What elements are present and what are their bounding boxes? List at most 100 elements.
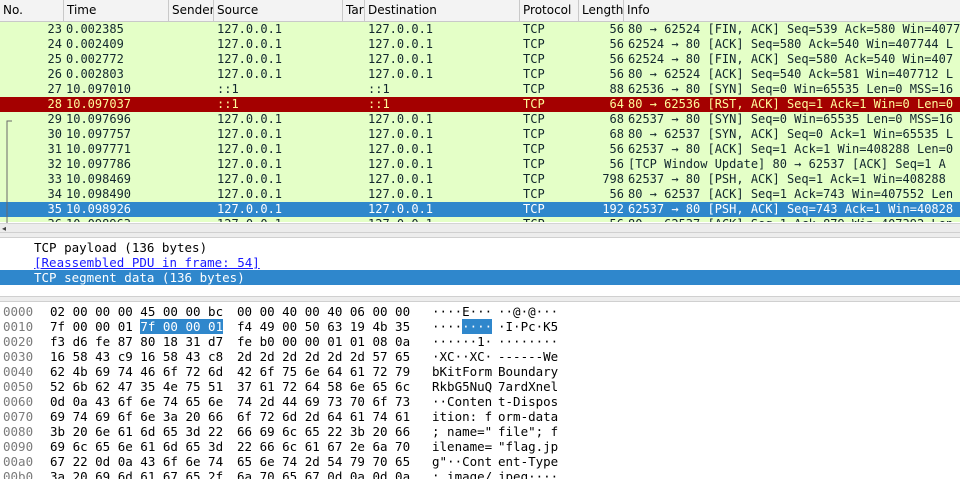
detail-line[interactable]: [Reassembled PDU in frame: 54] (0, 255, 960, 270)
hex-bytes[interactable]: 74 2d 44 69 73 70 6f 73 (237, 394, 410, 409)
ascii-bytes[interactable]: RkbG5NuQ (432, 379, 492, 394)
packet-row[interactable]: 28 10.097037::1::1 TCP 64 80 → 62536 [RST, A… (0, 97, 960, 112)
packet-row[interactable]: 31 10.097771 127.0.0.1 127.0.0.1 TCP 56 62537 … (0, 142, 960, 157)
packet-row[interactable]: 26 0.002803 127.0.0.1 127.0.0.1 TCP 56 80 → 62… (0, 67, 960, 82)
ascii-bytes[interactable]: ····E··· (432, 304, 492, 319)
ascii-bytes[interactable]: ilename= (432, 439, 492, 454)
hex-bytes[interactable]: 69 74 69 6f 6e 3a 20 66 (50, 409, 223, 424)
column-no[interactable]: No. (0, 0, 64, 21)
ascii-bytes[interactable]: ent-Type (498, 454, 558, 469)
column-info[interactable]: Info (624, 0, 960, 21)
packet-protocol: TCP (523, 112, 545, 126)
hex-bytes[interactable]: 2d 2d 2d 2d 2d 2d 57 65 (237, 349, 410, 364)
column-tar[interactable]: Tar (343, 0, 365, 21)
detail-text: TCP payload (136 bytes) (34, 240, 208, 255)
packet-list[interactable]: No. Time Sender Source Tar Destination P… (0, 0, 960, 232)
hex-bytes[interactable]: 00 00 40 00 40 06 00 00 (237, 304, 410, 319)
packet-row[interactable]: 23 0.002385 127.0.0.1 127.0.0.1 TCP 56 80 → 62… (0, 22, 960, 37)
ascii-bytes[interactable]: file"; f (498, 424, 558, 439)
ascii-bytes[interactable]: ·I·Pc·K5 (498, 319, 558, 334)
hex-bytes[interactable]: 52 6b 62 47 35 4e 75 51 (50, 379, 223, 394)
hex-bytes[interactable]: 66 69 6c 65 22 3b 20 66 (237, 424, 410, 439)
hex-bytes[interactable]: 3a 20 69 6d 61 67 65 2f (50, 469, 223, 479)
packet-destination: 127.0.0.1 (368, 127, 434, 141)
packet-row[interactable]: 32 10.097786 127.0.0.1 127.0.0.1 TCP 56 [TCP W… (0, 157, 960, 172)
packet-row[interactable]: 29 10.097696 127.0.0.1 127.0.0.1 TCP 68 62537 … (0, 112, 960, 127)
bytes-row: 00b0 3a 20 69 6d 61 67 65 2f 6a 70 65 67 0… (0, 469, 960, 479)
ascii-bytes[interactable]: jpeg···· (498, 469, 558, 479)
hex-bytes[interactable]: 69 6c 65 6e 61 6d 65 3d (50, 439, 223, 454)
packet-protocol: TCP (523, 22, 545, 36)
ascii-bytes[interactable]: t-Dispos (498, 394, 558, 409)
column-source[interactable]: Source (214, 0, 343, 21)
packet-row[interactable]: 3610.098963127.0.0.1127.0.0.1TCP5680 → 6… (0, 217, 960, 222)
hex-bytes[interactable]: 37 61 72 64 58 6e 65 6c (237, 379, 410, 394)
packet-row[interactable]: 33 10.098469 127.0.0.1 127.0.0.1 TCP 798 62537… (0, 172, 960, 187)
packet-row[interactable]: 34 10.098490 127.0.0.1 127.0.0.1 TCP 56 80 → 6… (0, 187, 960, 202)
ascii-bytes[interactable]: ; name=" (432, 424, 492, 439)
ascii-bytes[interactable]: ······1· (432, 334, 492, 349)
byte-offset: 00b0 (3, 469, 34, 479)
bytes-row: 0010 7f 00 00 01 7f 00 00 01 f4 49 00 50 6… (0, 319, 960, 334)
column-destination[interactable]: Destination (365, 0, 520, 21)
ascii-bytes[interactable]: orm-data (498, 409, 558, 424)
hex-bytes[interactable]: 65 6e 74 2d 54 79 70 65 (237, 454, 410, 469)
byte-offset: 0030 (3, 349, 34, 364)
packet-info: 62536 → 80 [SYN] Seq=0 Win=65535 Len=0 M… (628, 82, 954, 96)
packet-protocol: TCP (523, 52, 545, 66)
detail-line[interactable]: TCP payload (136 bytes) (0, 240, 960, 255)
ascii-bytes[interactable]: ·XC··XC· (432, 349, 492, 364)
hex-bytes[interactable]: 16 58 43 c9 16 58 43 c8 (50, 349, 223, 364)
packet-bytes[interactable]: 0000 02 00 00 00 45 00 00 bc 00 00 40 00 4… (0, 302, 960, 479)
hex-bytes[interactable]: 42 6f 75 6e 64 61 72 79 (237, 364, 410, 379)
packet-row[interactable]: 24 0.002409 127.0.0.1 127.0.0.1 TCP 56 62524 →… (0, 37, 960, 52)
packet-time: 10.098963 (66, 217, 170, 222)
hex-bytes[interactable]: 3b 20 6e 61 6d 65 3d 22 (50, 424, 223, 439)
hex-bytes[interactable]: 0d 0a 43 6f 6e 74 65 6e (50, 394, 223, 409)
ascii-bytes[interactable]: ········ (432, 319, 493, 334)
ascii-bytes[interactable]: ··@·@··· (498, 304, 558, 319)
detail-line[interactable]: TCP segment data (136 bytes) (0, 270, 960, 285)
packet-row[interactable]: 30 10.097757 127.0.0.1 127.0.0.1 TCP 68 80 → 6… (0, 127, 960, 142)
ascii-bytes[interactable]: "flag.jp (498, 439, 558, 454)
byte-offset: 0070 (3, 409, 34, 424)
packet-destination: 127.0.0.1 (368, 112, 434, 126)
hex-bytes[interactable]: f3 d6 fe 87 80 18 31 d7 (50, 334, 223, 349)
packet-row[interactable]: 27 10.097010::1::1 TCP 88 62536 → 80 [SYN] S… (0, 82, 960, 97)
byte-offset: 0060 (3, 394, 34, 409)
ascii-bytes[interactable]: Boundary (498, 364, 558, 379)
ascii-bytes[interactable]: : image/ (432, 469, 492, 479)
packet-row[interactable]: 35 10.098926 127.0.0.1 127.0.0.1 TCP 192 62537… (0, 202, 960, 217)
hex-bytes[interactable]: 02 00 00 00 45 00 00 bc (50, 304, 223, 319)
ascii-bytes[interactable]: ition: f (432, 409, 492, 424)
ascii-bytes[interactable]: ------We (498, 349, 558, 364)
packet-info: 80 → 62537 [SYN, ACK] Seq=0 Ack=1 Win=65… (628, 127, 954, 141)
ascii-bytes[interactable]: g"··Cont (432, 454, 492, 469)
column-time[interactable]: Time (64, 0, 169, 21)
hex-bytes[interactable]: 22 66 6c 61 67 2e 6a 70 (237, 439, 410, 454)
ascii-bytes[interactable]: ········ (498, 334, 558, 349)
packet-source: 127.0.0.1 (217, 142, 283, 156)
scroll-left-arrow-icon[interactable]: ◂ (2, 224, 6, 232)
hex-bytes[interactable]: f4 49 00 50 63 19 4b 35 (237, 319, 410, 334)
ascii-bytes[interactable]: 7ardXnel (498, 379, 558, 394)
hex-bytes[interactable]: fe b0 00 00 01 01 08 0a (237, 334, 410, 349)
hex-bytes[interactable]: 6f 72 6d 2d 64 61 74 61 (237, 409, 410, 424)
hex-bytes[interactable]: 6a 70 65 67 0d 0a 0d 0a (237, 469, 410, 479)
packet-row[interactable]: 25 0.002772 127.0.0.1 127.0.0.1 TCP 56 62524 →… (0, 52, 960, 67)
column-protocol[interactable]: Protocol (520, 0, 579, 21)
packet-info: 62537 → 80 [PSH, ACK] Seq=743 Ack=1 Win=… (628, 202, 954, 216)
packet-details[interactable]: TCP payload (136 bytes) [Reassembled PDU … (0, 238, 960, 296)
packet-source: 127.0.0.1 (217, 187, 283, 201)
bytes-row: 0040 62 4b 69 74 46 6f 72 6d 42 6f 75 6e 6… (0, 364, 960, 379)
horizontal-scrollbar[interactable]: ◂ (0, 223, 960, 232)
hex-bytes[interactable]: 7f 00 00 01 7f 00 00 01 (50, 319, 224, 334)
ascii-bytes[interactable]: bKitForm (432, 364, 492, 379)
column-sender[interactable]: Sender (169, 0, 214, 21)
hex-bytes[interactable]: 62 4b 69 74 46 6f 72 6d (50, 364, 223, 379)
packet-length: 56 (609, 52, 624, 66)
packet-info: 80 → 62536 [RST, ACK] Seq=1 Ack=1 Win=0 … (628, 97, 954, 111)
column-length[interactable]: Length (579, 0, 624, 21)
ascii-bytes[interactable]: ··Conten (432, 394, 492, 409)
hex-bytes[interactable]: 67 22 0d 0a 43 6f 6e 74 (50, 454, 223, 469)
